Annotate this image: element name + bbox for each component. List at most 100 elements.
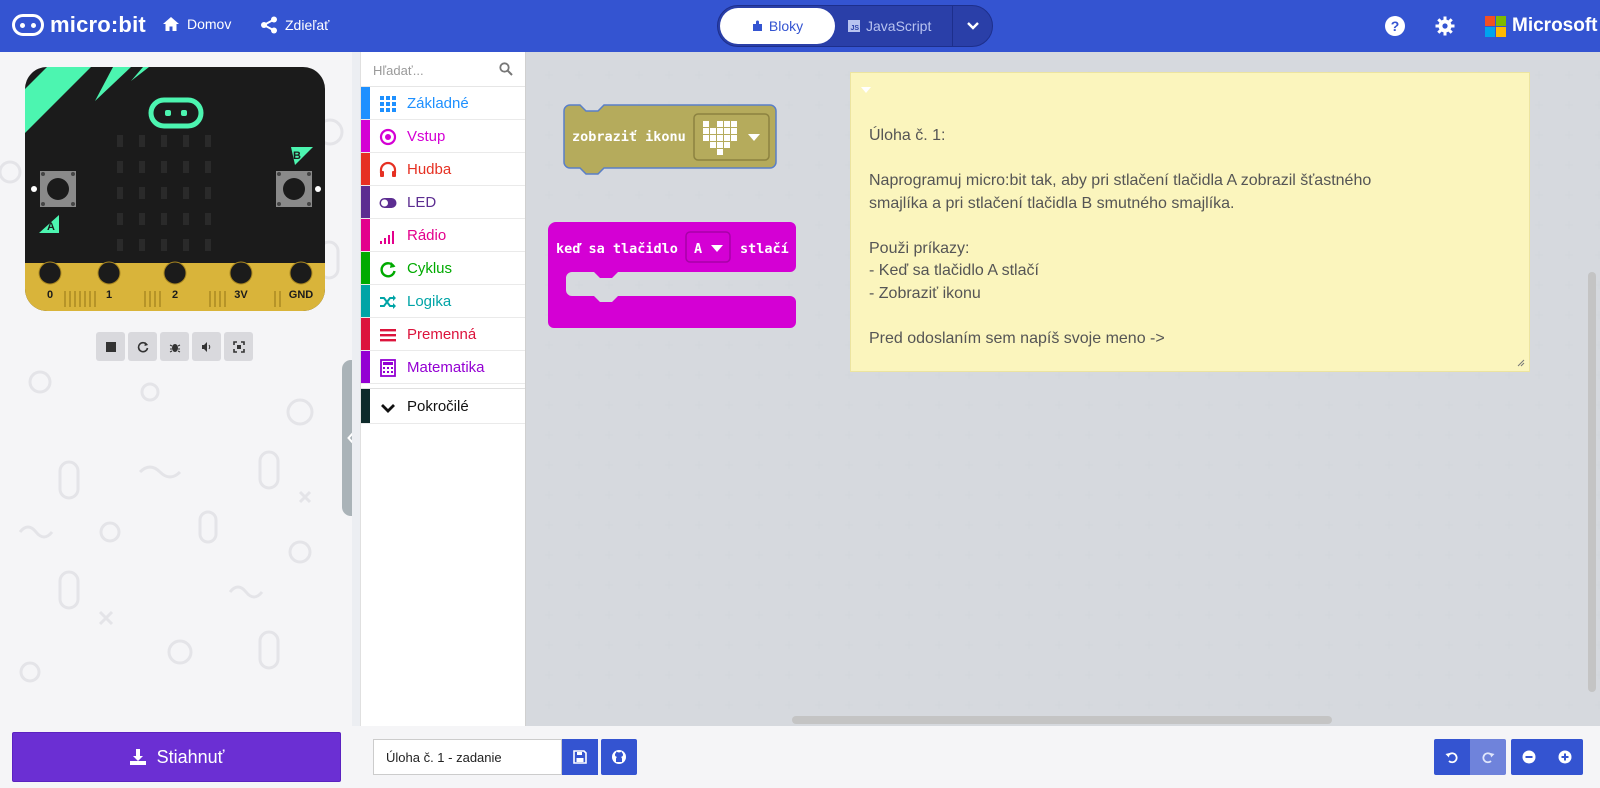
undo-icon bbox=[1445, 752, 1458, 764]
pin-2[interactable] bbox=[163, 261, 187, 285]
category-label: Hudba bbox=[407, 160, 452, 178]
pin-3v[interactable] bbox=[229, 261, 253, 285]
button-b-label: B bbox=[293, 150, 301, 162]
vertical-scrollbar[interactable] bbox=[1588, 272, 1596, 692]
sound-button[interactable] bbox=[192, 332, 221, 361]
category-label: Logika bbox=[407, 292, 452, 310]
toolbox: Základné Vstup Hudba LED Rádio Cyklus Lo… bbox=[360, 52, 526, 726]
project-name-input[interactable] bbox=[373, 739, 562, 775]
download-icon bbox=[129, 749, 146, 765]
language-dropdown-button[interactable] bbox=[952, 6, 992, 46]
icon-picker-dropdown[interactable] bbox=[693, 113, 770, 161]
home-label: Domov bbox=[187, 16, 232, 32]
grid-icon bbox=[380, 96, 396, 112]
redo-icon bbox=[1482, 752, 1495, 764]
category-label: Rádio bbox=[407, 226, 447, 244]
category-label: Základné bbox=[407, 94, 469, 112]
simulator-collapse-button[interactable] bbox=[342, 360, 352, 516]
gear-icon[interactable] bbox=[1435, 16, 1455, 36]
stop-button[interactable] bbox=[96, 332, 125, 361]
save-button[interactable] bbox=[562, 739, 598, 775]
button-select-value: A bbox=[694, 241, 702, 257]
button-a[interactable] bbox=[40, 171, 76, 207]
show-icon-block[interactable]: zobraziť ikonu bbox=[562, 104, 782, 180]
editor-footer: Stiahnuť bbox=[0, 726, 1600, 788]
brand-name: micro:bit bbox=[50, 12, 146, 37]
github-button[interactable] bbox=[601, 739, 637, 775]
simulator-controls bbox=[96, 332, 253, 361]
blocks-workspace[interactable]: zobraziť ikonu keď sa tlačidlo A stlačí … bbox=[526, 52, 1600, 726]
fullscreen-icon bbox=[232, 340, 245, 353]
collapse-note-icon[interactable] bbox=[861, 87, 871, 93]
horizontal-scrollbar[interactable] bbox=[792, 716, 1332, 724]
category-radio[interactable]: Rádio bbox=[361, 219, 525, 252]
comment-note[interactable]: Úloha č. 1: Naprogramuj micro:bit tak, a… bbox=[850, 72, 1530, 372]
microbit-board[interactable]: A B 0 1 2 3V GND bbox=[25, 67, 331, 313]
pin-label: 3V bbox=[234, 289, 248, 301]
category-math[interactable]: Matematika bbox=[361, 351, 525, 384]
pin-label: 1 bbox=[106, 289, 112, 301]
event-suffix-label: stlačí bbox=[740, 241, 789, 257]
zoom-group bbox=[1511, 739, 1583, 775]
top-bar: micro:bit Domov Zdieľať Bloky JS JavaScr… bbox=[0, 0, 1600, 52]
toggle-icon bbox=[379, 198, 397, 208]
pin-1[interactable] bbox=[97, 261, 121, 285]
button-a-label: A bbox=[47, 221, 55, 233]
javascript-mode-button[interactable]: JS JavaScript bbox=[848, 18, 931, 34]
zoom-in-button[interactable] bbox=[1547, 739, 1583, 775]
resize-handle-icon[interactable] bbox=[1517, 359, 1525, 367]
puzzle-icon bbox=[752, 20, 762, 31]
share-button[interactable]: Zdieľať bbox=[260, 16, 329, 34]
help-icon[interactable]: ? bbox=[1385, 16, 1405, 36]
pin-gnd[interactable] bbox=[289, 261, 313, 285]
headphones-icon bbox=[379, 161, 397, 177]
list-icon bbox=[380, 329, 396, 342]
category-variables[interactable]: Premenná bbox=[361, 318, 525, 351]
sound-icon bbox=[201, 341, 210, 352]
blocks-mode-button[interactable]: Bloky bbox=[720, 8, 835, 44]
undo-button[interactable] bbox=[1434, 739, 1470, 775]
note-text[interactable]: Úloha č. 1: Naprogramuj micro:bit tak, a… bbox=[869, 125, 1519, 350]
microsoft-label: Microsoft bbox=[1512, 15, 1598, 36]
pin-label: GND bbox=[289, 289, 314, 301]
javascript-mode-label: JavaScript bbox=[866, 18, 932, 34]
button-b[interactable] bbox=[276, 171, 312, 207]
category-logic[interactable]: Logika bbox=[361, 285, 525, 318]
brand-logo[interactable]: micro:bit bbox=[12, 12, 146, 38]
debug-button[interactable] bbox=[160, 332, 189, 361]
chevron-down-icon bbox=[966, 22, 979, 30]
pin-label: 2 bbox=[172, 289, 178, 301]
pin-0[interactable] bbox=[38, 261, 62, 285]
category-label: LED bbox=[407, 193, 437, 211]
category-label: Vstup bbox=[407, 127, 446, 145]
fullscreen-button[interactable] bbox=[224, 332, 253, 361]
chevron-down-icon bbox=[381, 404, 395, 413]
toolbox-search bbox=[361, 52, 525, 87]
category-label: Pokročilé bbox=[407, 397, 469, 415]
microsoft-logo[interactable]: Microsoft bbox=[1485, 15, 1598, 37]
blocks-mode-label: Bloky bbox=[768, 18, 804, 34]
share-icon bbox=[261, 16, 277, 34]
stop-icon bbox=[105, 341, 116, 352]
category-advanced[interactable]: Pokročilé bbox=[361, 388, 525, 424]
search-icon[interactable] bbox=[499, 62, 513, 76]
shuffle-icon bbox=[380, 295, 396, 309]
category-led[interactable]: LED bbox=[361, 186, 525, 219]
category-loops[interactable]: Cyklus bbox=[361, 252, 525, 285]
show-icon-label: zobraziť ikonu bbox=[572, 129, 686, 145]
zoom-out-button[interactable] bbox=[1511, 739, 1547, 775]
category-input[interactable]: Vstup bbox=[361, 120, 525, 153]
category-basic[interactable]: Základné bbox=[361, 87, 525, 120]
search-input[interactable] bbox=[373, 60, 493, 80]
category-label: Premenná bbox=[407, 325, 477, 343]
button-pressed-event-block[interactable]: keď sa tlačidlo A stlačí bbox=[548, 222, 804, 334]
redo-button[interactable] bbox=[1470, 739, 1506, 775]
microbit-logo-icon bbox=[12, 14, 44, 36]
chevron-left-icon bbox=[347, 432, 352, 444]
category-music[interactable]: Hudba bbox=[361, 153, 525, 186]
target-icon bbox=[379, 128, 397, 146]
restart-button[interactable] bbox=[128, 332, 157, 361]
download-button[interactable]: Stiahnuť bbox=[12, 732, 341, 782]
home-button[interactable]: Domov bbox=[162, 16, 231, 32]
button-select-dropdown[interactable]: A bbox=[685, 231, 731, 263]
